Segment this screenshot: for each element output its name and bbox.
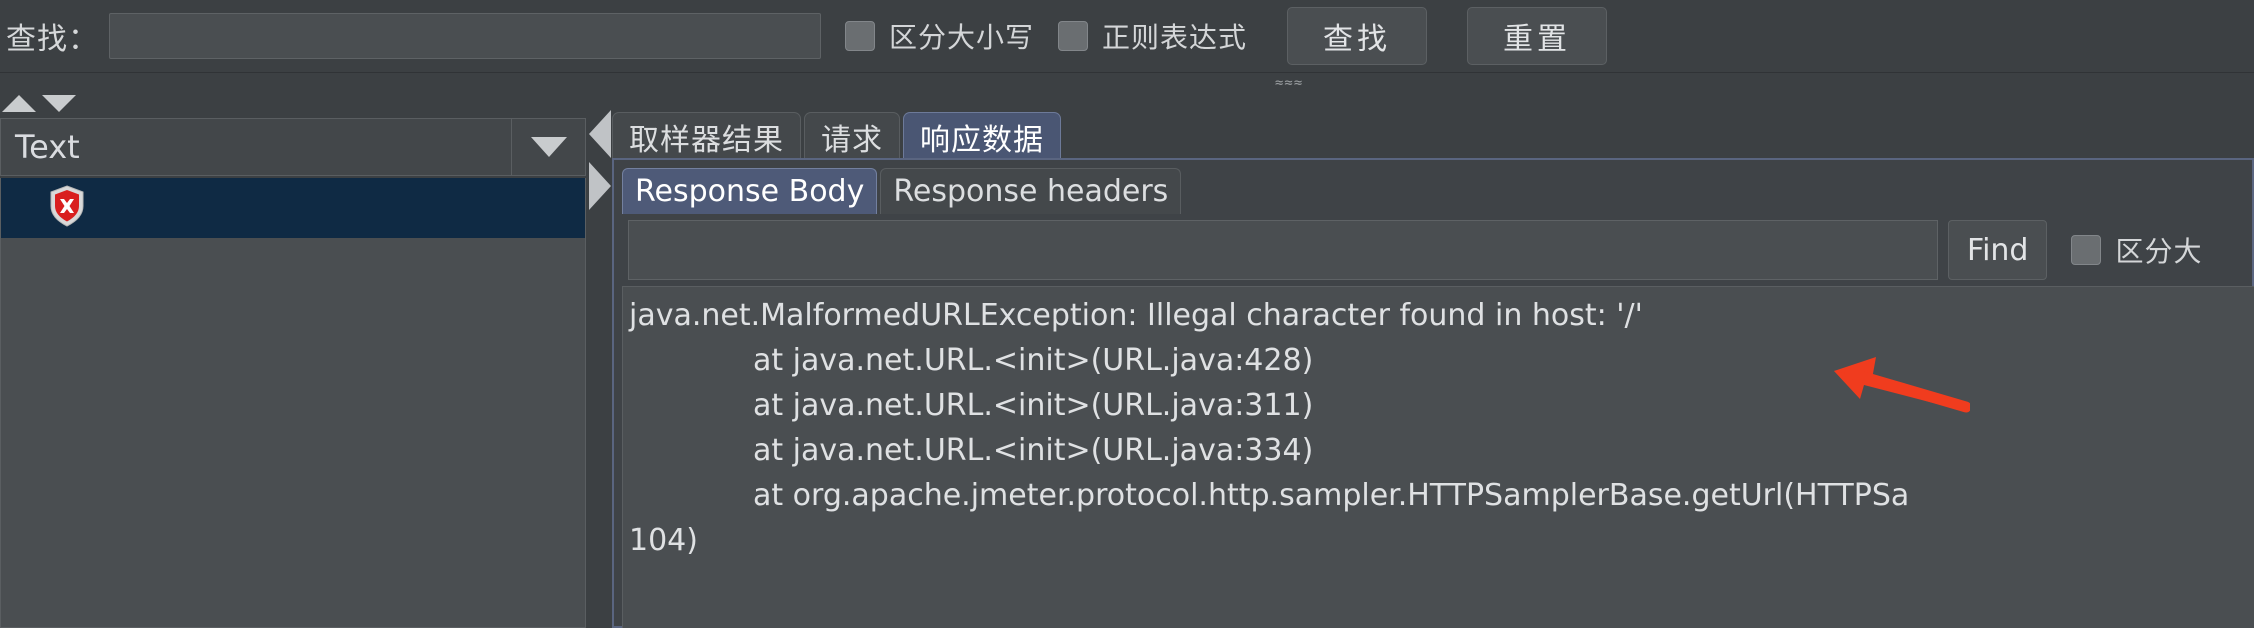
left-results-panel: Text xyxy=(0,90,588,628)
find-button[interactable]: 查找 xyxy=(1287,7,1428,65)
error-shield-icon xyxy=(47,184,87,232)
response-find-input[interactable] xyxy=(628,220,1938,280)
tab-sampler-result[interactable]: 取样器结果 xyxy=(612,112,801,160)
response-data-panel: Response Body Response headers Find 区分大 … xyxy=(612,158,2254,628)
panel-drag-handle-row[interactable]: ≈≈≈ xyxy=(0,72,2254,91)
reset-button[interactable]: 重置 xyxy=(1467,7,1608,65)
global-search-toolbar: 查找： 区分大小写 正则表达式 查找 重置 xyxy=(0,0,2254,72)
tree-scroll-arrows xyxy=(0,90,588,116)
regex-label: 正则表达式 xyxy=(1102,21,1248,54)
drag-grip-icon[interactable]: ≈≈≈ xyxy=(1275,75,1303,91)
response-find-button[interactable]: Find xyxy=(1948,220,2048,280)
tab-response-headers[interactable]: Response headers xyxy=(880,168,1182,214)
tab-response-data[interactable]: 响应数据 xyxy=(903,112,1061,160)
triangle-up-icon[interactable] xyxy=(2,94,36,112)
response-body-text[interactable]: java.net.MalformedURLException: Illegal … xyxy=(622,286,2254,628)
results-tree[interactable] xyxy=(0,178,586,628)
case-sensitive-label: 区分大小写 xyxy=(889,21,1035,54)
regex-checkbox-group[interactable]: 正则表达式 xyxy=(1058,16,1247,56)
response-find-bar: Find 区分大 xyxy=(622,214,2252,286)
case-sensitive-checkbox-group[interactable]: 区分大小写 xyxy=(845,16,1034,56)
triangle-left-icon[interactable] xyxy=(589,110,611,158)
right-detail-panel: 取样器结果 请求 响应数据 Response Body Response hea… xyxy=(612,110,2254,628)
regex-checkbox[interactable] xyxy=(1058,21,1089,51)
response-case-sensitive-group[interactable]: 区分大 xyxy=(2071,230,2202,270)
view-type-dropdown-value: Text xyxy=(15,128,80,166)
response-case-sensitive-checkbox[interactable] xyxy=(2071,235,2102,265)
search-input[interactable] xyxy=(109,13,821,59)
panel-splitter[interactable] xyxy=(588,110,612,220)
response-sub-tab-bar: Response Body Response headers xyxy=(622,166,1184,214)
chevron-down-icon[interactable] xyxy=(511,119,585,175)
triangle-down-icon[interactable] xyxy=(42,94,76,112)
tab-request[interactable]: 请求 xyxy=(804,112,900,160)
search-label: 查找： xyxy=(6,22,99,57)
tab-response-body[interactable]: Response Body xyxy=(622,168,878,214)
tree-row[interactable] xyxy=(1,178,585,238)
main-tab-bar: 取样器结果 请求 响应数据 xyxy=(612,110,1064,160)
triangle-right-icon[interactable] xyxy=(589,162,611,210)
case-sensitive-checkbox[interactable] xyxy=(845,21,875,51)
view-type-dropdown[interactable]: Text xyxy=(0,118,586,176)
response-case-sensitive-label: 区分大 xyxy=(2115,235,2203,268)
